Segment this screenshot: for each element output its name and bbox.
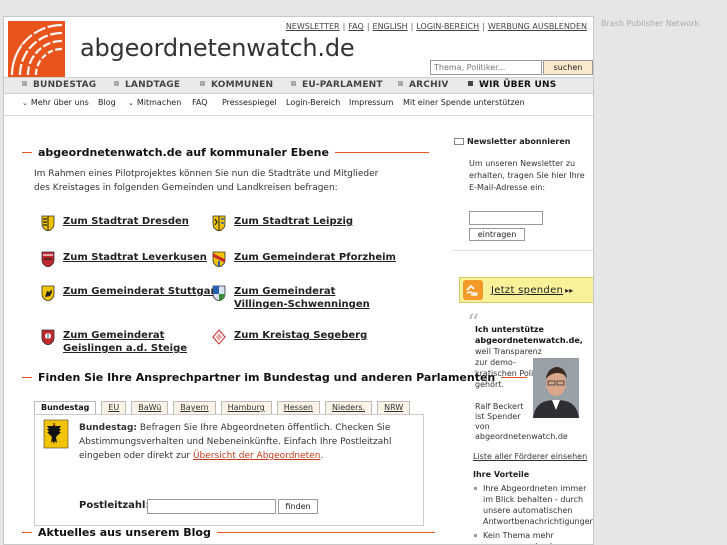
link-leverkusen[interactable]: Zum Stadtrat Leverkusen <box>41 251 207 267</box>
benefits-title: Ihre Vorteile <box>473 470 530 479</box>
kommunal-intro: Im Rahmen eines Pilotprojektes können Si… <box>34 169 379 193</box>
leverkusen-crest-icon <box>41 251 55 267</box>
bundestag-panel: Bundestag: Befragen Sie Ihre Abgeordnete… <box>34 414 424 526</box>
tab-bawue[interactable]: BaWü <box>131 401 169 415</box>
search-input[interactable] <box>430 60 542 75</box>
link-leipzig[interactable]: Zum Stadtrat Leipzig <box>212 215 353 231</box>
parliament-logo-icon <box>10 23 64 77</box>
bullet-icon <box>398 81 403 86</box>
pforzheim-crest-icon <box>212 251 226 267</box>
section-heading-kommunal: abgeordnetenwatch.de auf kommunaler Eben… <box>22 146 429 159</box>
all-supporters-link[interactable]: Liste aller Förderer einsehen <box>473 452 587 461</box>
logo[interactable] <box>8 21 65 78</box>
testimonial-attribution: Ralf Beckert ist Spender von abgeordnete… <box>475 402 568 441</box>
toplink-newsletter[interactable]: NEWSLETTER <box>286 22 340 31</box>
donate-link[interactable]: Jetzt spenden <box>491 285 563 296</box>
section-heading-finder: Finden Sie Ihre Ansprechpartner im Bunde… <box>22 371 528 384</box>
bullet-icon <box>468 81 473 86</box>
nav-wir-ueber-uns[interactable]: WIR ÜBER UNS <box>468 80 556 90</box>
nav-landtage[interactable]: LANDTAGE <box>114 80 180 90</box>
bundestag-description: Bundestag: Befragen Sie Ihre Abgeordnete… <box>79 423 392 461</box>
federal-eagle-icon <box>43 419 69 449</box>
newsletter-submit-button[interactable]: eintragen <box>469 228 525 241</box>
newsletter-email-input[interactable] <box>469 211 543 225</box>
newsletter-title: Newsletter abonnieren <box>454 137 571 146</box>
sidebar: Newsletter abonnieren Um unseren Newslet… <box>453 133 593 544</box>
dresden-crest-icon <box>41 215 55 231</box>
chevron-down-icon: ⌄ <box>128 99 134 107</box>
link-geislingen[interactable]: Zum Gemeinderat Geislingen a.d. Steige <box>41 329 193 355</box>
segeberg-crest-icon <box>212 329 226 345</box>
leipzig-crest-icon <box>212 215 226 231</box>
heading-dash <box>22 377 32 378</box>
subnav-spende[interactable]: Mit einer Spende unterstützen <box>403 98 525 107</box>
link-segeberg[interactable]: Zum Kreistag Segeberg <box>212 329 367 345</box>
donate-banner[interactable]: Jetzt spenden ▸▸ <box>459 277 593 303</box>
testimonial-headline: Ich unterstütze abgeordnetenwatch.de, <box>475 325 583 345</box>
double-arrow-icon: ▸▸ <box>565 285 574 295</box>
subnav-impressum[interactable]: Impressum <box>349 98 393 107</box>
heading-dash <box>22 532 32 533</box>
nav-bundestag[interactable]: BUNDESTAG <box>22 80 96 90</box>
tab-nrw[interactable]: NRW <box>377 401 411 415</box>
link-villingen-schwenningen[interactable]: Zum Gemeinderat Villingen-Schwenningen <box>212 285 384 311</box>
chevron-down-icon: ⌄ <box>22 99 28 107</box>
nav-divider <box>4 115 593 116</box>
find-button[interactable]: finden <box>278 499 318 514</box>
top-links: NEWSLETTER | FAQ | ENGLISH | LOGIN-BEREICH | WER… <box>285 22 587 31</box>
donate-hand-icon <box>463 280 483 300</box>
tab-niedersachsen[interactable]: Nieders. <box>325 401 373 415</box>
postal-code-input[interactable] <box>147 499 276 514</box>
nav-kommunen[interactable]: KOMMUNEN <box>200 80 273 90</box>
main-nav: BUNDESTAG LANDTAGE KOMMUNEN EU-PARLAMENT… <box>4 77 593 94</box>
stuttgart-crest-icon <box>41 285 55 301</box>
list-item: Ihre Abgeordneten immer im Blick behalte… <box>473 483 593 527</box>
tab-hamburg[interactable]: Hamburg <box>220 401 272 415</box>
tab-bayern[interactable]: Bayern <box>173 401 216 415</box>
heading-dash <box>216 532 435 533</box>
benefits-list: Ihre Abgeordneten immer im Blick behalte… <box>473 483 593 544</box>
bullet-icon <box>291 81 296 86</box>
search-button[interactable]: suchen <box>543 60 593 75</box>
sub-nav: ⌄ Mehr über uns Blog ⌄ Mitmachen FAQ Press… <box>4 96 593 112</box>
toplink-hide-ads[interactable]: WERBUNG AUSBLENDEN <box>488 22 587 31</box>
heading-dash <box>22 152 32 153</box>
nav-archiv[interactable]: ARCHIV <box>398 80 449 90</box>
sidebar-divider <box>453 250 593 251</box>
geislingen-crest-icon <box>41 329 55 345</box>
parliament-tabs: Bundestag EU BaWü Bayern Hamburg Hessen … <box>34 401 415 415</box>
heading-dash <box>334 152 429 153</box>
list-item: Kein Thema mehr verpassen - durch unsere… <box>473 530 591 544</box>
subnav-pressespiegel[interactable]: Pressespiegel <box>222 98 277 107</box>
page: abgeordnetenwatch.de NEWSLETTER | FAQ | ENGL… <box>3 16 594 545</box>
site-title[interactable]: abgeordnetenwatch.de <box>80 34 355 62</box>
link-dresden[interactable]: Zum Stadtrat Dresden <box>41 215 189 231</box>
toplink-english[interactable]: ENGLISH <box>373 22 408 31</box>
subnav-mehr-ueber-uns[interactable]: ⌄ Mehr über uns <box>22 98 89 107</box>
bullet-icon <box>114 81 119 86</box>
nav-eu-parlament[interactable]: EU-PARLAMENT <box>291 80 383 90</box>
villingen-crest-icon <box>212 285 226 301</box>
link-pforzheim[interactable]: Zum Gemeinderat Pforzheim <box>212 251 396 267</box>
toplink-faq[interactable]: FAQ <box>348 22 364 31</box>
section-heading-blog: Aktuelles aus unserem Blog <box>22 526 435 539</box>
publisher-network-label[interactable]: Brash Publisher Network <box>601 19 699 28</box>
subnav-mitmachen[interactable]: ⌄ Mitmachen <box>128 98 181 107</box>
tab-eu[interactable]: EU <box>101 401 127 415</box>
mail-icon <box>454 138 464 145</box>
subnav-login[interactable]: Login-Bereich <box>286 98 340 107</box>
overview-link[interactable]: Übersicht der Abgeordneten <box>193 451 320 461</box>
tab-hessen[interactable]: Hessen <box>276 401 320 415</box>
subnav-faq[interactable]: FAQ <box>192 98 208 107</box>
link-stuttgart[interactable]: Zum Gemeinderat Stuttgart <box>41 285 220 301</box>
toplink-login[interactable]: LOGIN-BEREICH <box>416 22 479 31</box>
tab-bundestag[interactable]: Bundestag <box>34 401 97 415</box>
subnav-blog[interactable]: Blog <box>98 98 116 107</box>
postal-code-label: Postleitzahl: <box>79 500 150 511</box>
bullet-icon <box>22 81 27 86</box>
bullet-icon <box>200 81 205 86</box>
newsletter-text: Um unseren Newsletter zu erhalten, trage… <box>469 159 585 192</box>
